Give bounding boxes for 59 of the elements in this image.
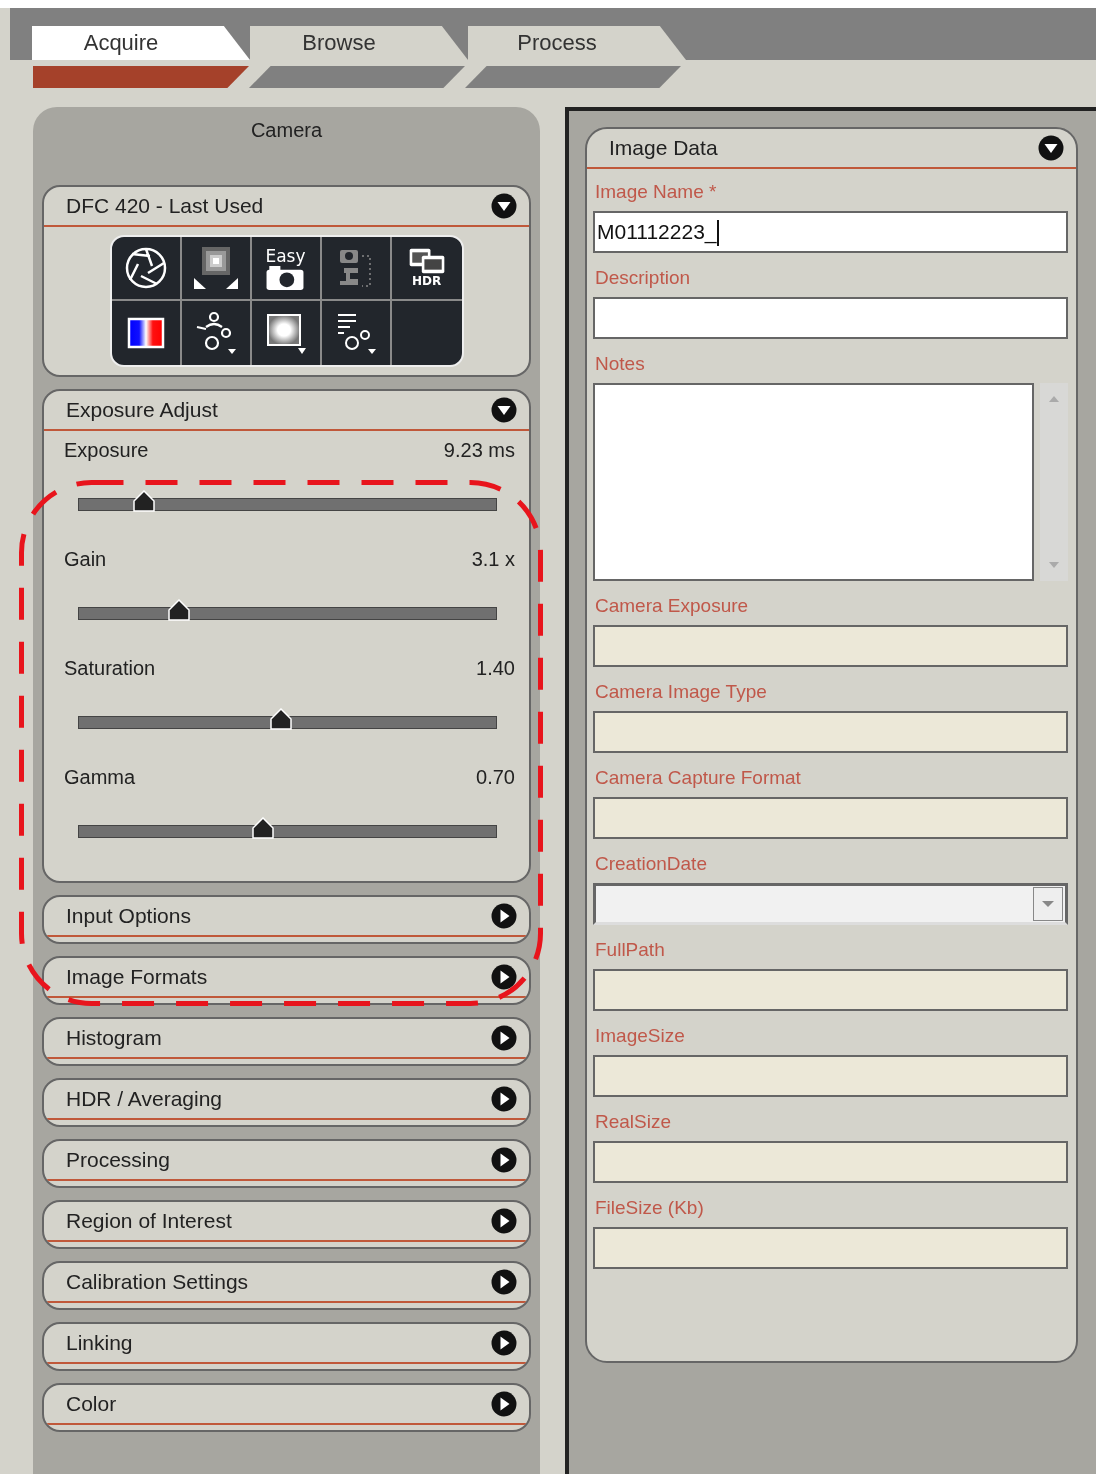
expand-icon[interactable] <box>491 1025 517 1051</box>
text-field[interactable]: M01112223_ <box>593 211 1068 253</box>
panel-title: Camera <box>249 119 324 143</box>
section-title: DFC 420 - Last Used <box>66 194 264 218</box>
section-title: Region of Interest <box>66 1209 232 1233</box>
tab[interactable]: Acquire <box>32 26 250 60</box>
expand-icon[interactable] <box>491 1269 517 1295</box>
slider-thumb[interactable] <box>133 490 156 512</box>
aperture-icon[interactable] <box>123 246 168 290</box>
collapse-icon[interactable] <box>491 397 517 423</box>
section-title: Linking <box>66 1331 133 1355</box>
section-title: Histogram <box>66 1026 162 1050</box>
slider-label: Gain <box>64 548 107 571</box>
expand-icon[interactable] <box>491 1147 517 1173</box>
slider-value: 0.70 <box>476 766 515 789</box>
field-label: Description <box>594 266 692 290</box>
slider-label: Saturation <box>64 657 156 680</box>
expand-icon[interactable] <box>491 1391 517 1417</box>
section-title: Image Data <box>609 136 718 160</box>
date-dropdown[interactable] <box>593 883 1068 925</box>
field-label: FullPath <box>594 938 666 962</box>
section-title: Exposure Adjust <box>66 398 218 422</box>
field-label: RealSize <box>594 1110 673 1134</box>
section-title: Calibration Settings <box>66 1270 249 1294</box>
field-label: Camera Image Type <box>594 680 768 704</box>
slider-value: 1.40 <box>476 657 515 680</box>
slider-thumb[interactable] <box>269 708 292 730</box>
section-title: HDR / Averaging <box>66 1087 223 1111</box>
section-title: Processing <box>66 1148 170 1172</box>
slider-label: Exposure <box>64 439 149 462</box>
exposure-icon[interactable] <box>193 246 238 290</box>
collapse-icon[interactable] <box>1038 135 1064 161</box>
expand-icon[interactable] <box>491 964 517 990</box>
slider-value: 3.1 x <box>471 548 515 571</box>
tab[interactable]: Browse <box>250 26 468 60</box>
field-label: CreationDate <box>594 852 708 876</box>
collapse-icon[interactable] <box>491 193 517 219</box>
field-label: ImageSize <box>594 1024 686 1048</box>
field-label: Notes <box>594 352 646 376</box>
field-label: Camera Capture Format <box>594 766 802 790</box>
hdr-button[interactable]: HDR <box>406 248 447 288</box>
notes-field[interactable] <box>593 383 1034 581</box>
text-field[interactable] <box>593 297 1068 339</box>
easy-capture-button[interactable]: Easy <box>265 246 306 290</box>
tab[interactable]: Process <box>468 26 686 60</box>
section-title: Input Options <box>66 904 191 928</box>
field-label: FileSize (Kb) <box>594 1196 705 1220</box>
field-label: Camera Exposure <box>594 594 750 618</box>
field-label: Image Name * <box>594 180 718 204</box>
section-title: Image Formats <box>66 965 208 989</box>
section-title: Color <box>66 1392 117 1416</box>
expand-icon[interactable] <box>491 1330 517 1356</box>
slider-thumb[interactable] <box>252 817 275 839</box>
expand-icon[interactable] <box>491 903 517 929</box>
slider-value: 9.23 ms <box>443 439 515 462</box>
expand-icon[interactable] <box>491 1086 517 1112</box>
slider-thumb[interactable] <box>168 599 191 621</box>
expand-icon[interactable] <box>491 1208 517 1234</box>
slider-label: Gamma <box>64 766 136 789</box>
